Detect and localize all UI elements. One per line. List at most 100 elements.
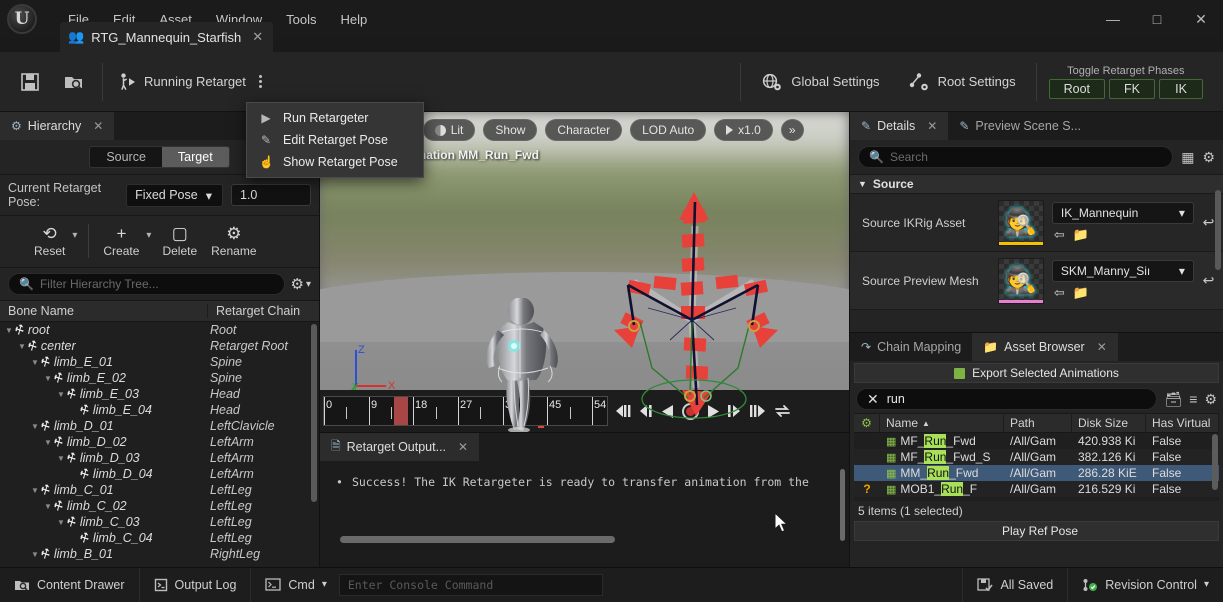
column-name[interactable]: Name ▲ [880, 413, 1004, 433]
timeline-playhead[interactable] [394, 397, 408, 425]
hierarchy-settings-button[interactable]: ⚙ ▾ [291, 275, 311, 293]
asset-row[interactable]: ▦MF_Run_Fwd/All/Gam420.938 KiFalse [854, 433, 1219, 449]
asset-list[interactable]: ▦MF_Run_Fwd/All/Gam420.938 KiFalse▦MF_Ru… [854, 433, 1219, 501]
hierarchy-row[interactable]: ▼⚒limb_E_01Spine [0, 354, 319, 370]
asset-select[interactable]: IK_Mannequin▾ [1052, 202, 1194, 224]
browse-to-asset-icon[interactable]: ⇦ [1054, 227, 1065, 243]
retarget-context-menu[interactable]: ▶ Run Retargeter ✎ Edit Retarget Pose ☝ … [246, 102, 424, 178]
hierarchy-row[interactable]: ▼⚒centerRetarget Root [0, 338, 319, 354]
retarget-options-kebab-icon[interactable] [252, 69, 269, 94]
menu-item-run-retargeter[interactable]: ▶ Run Retargeter [247, 107, 423, 129]
find-in-content-browser-icon[interactable]: 📁 [1073, 285, 1089, 301]
hierarchy-row[interactable]: ⚒limb_D_04LeftArm [0, 466, 319, 482]
hierarchy-row[interactable]: ⚒limb_C_04LeftLeg [0, 530, 319, 546]
toggle-target[interactable]: Target [162, 147, 229, 167]
asset-browser-tab-close-icon[interactable]: ✕ [1097, 340, 1107, 354]
asset-select[interactable]: SKM_Manny_Siı▾ [1052, 260, 1194, 282]
details-search-input[interactable]: 🔍 Search [858, 146, 1173, 168]
content-drawer-button[interactable]: Content Drawer [0, 568, 140, 602]
output-vertical-scrollbar[interactable] [840, 469, 845, 541]
hierarchy-tab-close-icon[interactable]: ✕ [93, 119, 103, 133]
hierarchy-tree[interactable]: ▼⚒rootRoot▼⚒centerRetarget Root▼⚒limb_E_… [0, 322, 319, 568]
hierarchy-search-input[interactable]: 🔍 Filter Hierarchy Tree... [8, 273, 285, 295]
hierarchy-row[interactable]: ▼⚒limb_D_01LeftClavicle [0, 418, 319, 434]
column-bone-name[interactable]: Bone Name [0, 304, 208, 318]
tab-details[interactable]: ✎ Details ✕ [850, 112, 948, 140]
root-settings-button[interactable]: Root Settings [894, 64, 1030, 100]
unreal-logo-icon[interactable]: U [0, 0, 44, 38]
find-in-content-browser-icon[interactable]: 📁 [1073, 227, 1089, 243]
asset-search-input[interactable]: ✕ run [856, 388, 1157, 410]
output-log-button[interactable]: Output Log [140, 568, 252, 602]
hierarchy-row[interactable]: ▼⚒limb_D_02LeftArm [0, 434, 319, 450]
column-retarget-chain[interactable]: Retarget Chain [208, 304, 319, 318]
toggle-source[interactable]: Source [90, 147, 162, 167]
viewport-character-button[interactable]: Character [545, 119, 622, 141]
output-horizontal-scrollbar[interactable] [340, 536, 615, 543]
reset-pose-button[interactable]: ⟲ Reset [28, 222, 71, 261]
column-disk-size[interactable]: Disk Size [1072, 413, 1146, 433]
phase-root-button[interactable]: Root [1049, 79, 1105, 99]
export-selected-animations-button[interactable]: Export Selected Animations [854, 363, 1219, 383]
viewport-lit-button[interactable]: Lit [423, 119, 476, 141]
output-tab-close-icon[interactable]: ✕ [458, 440, 468, 454]
details-category-source[interactable]: ▼ Source [850, 174, 1223, 194]
clear-search-icon[interactable]: ✕ [867, 391, 879, 408]
global-settings-button[interactable]: Global Settings [747, 64, 893, 100]
hierarchy-row[interactable]: ⚒limb_E_04Head [0, 402, 319, 418]
tab-chain-mapping[interactable]: ↷ Chain Mapping [850, 333, 972, 361]
save-button[interactable] [8, 58, 52, 106]
gear-icon[interactable]: ⚙ [1204, 391, 1217, 408]
column-path[interactable]: Path [1004, 413, 1072, 433]
retarget-pose-select[interactable]: Fixed Pose ▾ [126, 184, 223, 207]
menu-tools[interactable]: Tools [274, 8, 328, 31]
viewport-show-button[interactable]: Show [483, 119, 537, 141]
hierarchy-row[interactable]: ▼⚒limb_E_03Head [0, 386, 319, 402]
menu-item-edit-retarget-pose[interactable]: ✎ Edit Retarget Pose [247, 129, 423, 151]
hierarchy-row[interactable]: ▼⚒rootRoot [0, 322, 319, 338]
hierarchy-row[interactable]: ▼⚒limb_C_02LeftLeg [0, 498, 319, 514]
cmd-button[interactable]: Cmd ▾ [251, 568, 330, 602]
hierarchy-row[interactable]: ▼⚒limb_C_03LeftLeg [0, 514, 319, 530]
tab-hierarchy[interactable]: ⚙ Hierarchy ✕ [0, 112, 114, 140]
details-scrollbar[interactable] [1215, 190, 1221, 270]
create-pose-button[interactable]: + Create [97, 222, 145, 261]
asset-thumbnail[interactable]: 🕵 [998, 200, 1044, 246]
menu-item-show-retarget-pose[interactable]: ☝ Show Retarget Pose [247, 151, 423, 173]
tab-retarget-output[interactable]: 🗎 Retarget Output... ✕ [320, 433, 479, 461]
tab-close-icon[interactable]: ✕ [252, 29, 263, 45]
menu-help[interactable]: Help [328, 8, 379, 31]
viewport-lod-button[interactable]: LOD Auto [630, 119, 706, 141]
tab-preview-scene-settings[interactable]: ✎ Preview Scene S... [948, 112, 1092, 140]
filter-icon[interactable]: ≡ [1189, 391, 1197, 407]
all-saved-button[interactable]: All Saved [962, 568, 1067, 602]
viewport-playrate-button[interactable]: x1.0 [714, 119, 773, 141]
rename-pose-button[interactable]: ⚙ Rename [205, 222, 262, 261]
gear-icon[interactable]: ⚙ [1202, 149, 1215, 166]
console-command-input[interactable]: Enter Console Command [339, 574, 603, 596]
asset-thumbnail[interactable]: 🕵 [998, 258, 1044, 304]
save-search-icon[interactable]: 🗃 [1164, 391, 1182, 408]
tab-rtg-mannequin-starfish[interactable]: 👥 RTG_Mannequin_Starfish ✕ [60, 22, 273, 52]
reset-caret-icon[interactable]: ▾ [71, 230, 80, 253]
minimize-button[interactable]: — [1091, 0, 1135, 38]
phase-fk-button[interactable]: FK [1109, 79, 1155, 99]
play-ref-pose-button[interactable]: Play Ref Pose [854, 521, 1219, 541]
asset-row[interactable]: ▦MF_Run_Fwd_S/All/Gam382.126 KiFalse [854, 449, 1219, 465]
running-retarget-button[interactable]: Running Retarget [109, 66, 252, 98]
asset-row[interactable]: ?▦MOB1_Run_F/All/Gam216.529 KiFalse [854, 481, 1219, 497]
details-tab-close-icon[interactable]: ✕ [927, 119, 937, 133]
reset-to-default-icon[interactable]: ↩ [1194, 272, 1223, 289]
pose-blend-input[interactable]: 1.0 [231, 184, 311, 206]
asset-row[interactable]: ▦MM_Run_Fwd/All/Gam286.28 KiEFalse [854, 465, 1219, 481]
maximize-button[interactable]: □ [1135, 0, 1179, 38]
close-button[interactable]: ✕ [1179, 0, 1223, 38]
hierarchy-scrollbar[interactable] [311, 324, 317, 502]
browse-content-button[interactable] [52, 58, 96, 106]
asset-list-scrollbar[interactable] [1212, 434, 1218, 490]
column-layout-icon[interactable]: ▦ [1181, 149, 1194, 166]
tab-asset-browser[interactable]: 📁 Asset Browser ✕ [972, 333, 1118, 361]
hierarchy-row[interactable]: ▼⚒limb_E_02Spine [0, 370, 319, 386]
hierarchy-row[interactable]: ▼⚒limb_D_03LeftArm [0, 450, 319, 466]
create-caret-icon[interactable]: ▾ [145, 230, 154, 253]
